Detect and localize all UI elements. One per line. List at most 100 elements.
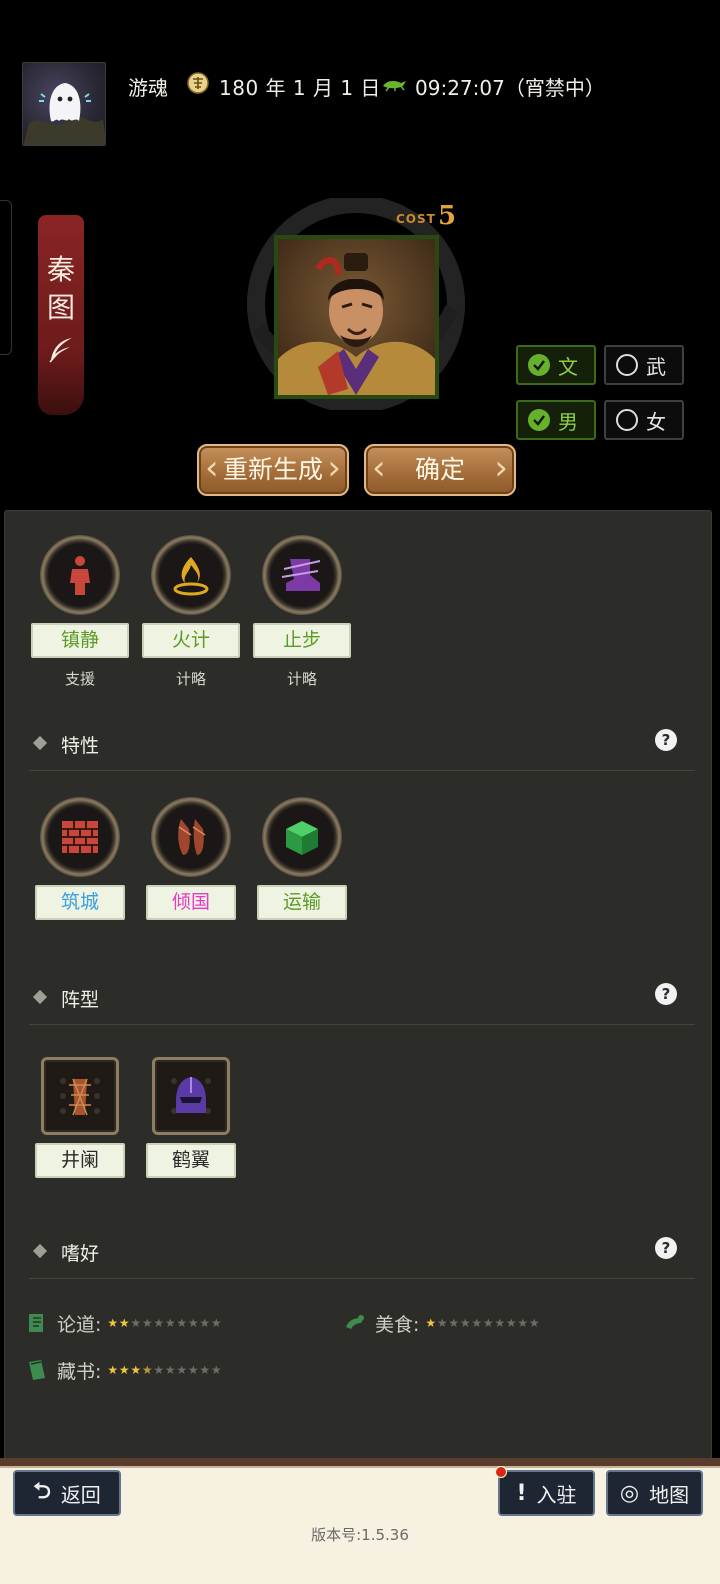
trait-name: 筑城: [35, 885, 125, 920]
star-icon: ★: [176, 1316, 188, 1330]
skill-orb: [262, 535, 342, 615]
help-icon[interactable]: ?: [655, 983, 677, 1005]
avatar[interactable]: [22, 62, 106, 146]
crate-icon: [286, 821, 318, 855]
confirm-button[interactable]: 确定: [364, 444, 516, 496]
skill-item[interactable]: 止步 计略: [252, 535, 352, 689]
star-icon: ★: [164, 1363, 176, 1377]
toggle-male-label: 男: [558, 409, 578, 434]
star-icon: ★: [187, 1363, 199, 1377]
star-icon: ★: [210, 1363, 222, 1377]
skill-type: 计略: [286, 670, 317, 688]
hobby-name: 论道:: [57, 1313, 102, 1336]
hobby-stars: ★ ★ ★ ★ ★ ★ ★ ★ ★ ★: [425, 1316, 540, 1330]
trait-item[interactable]: 筑城: [30, 797, 130, 920]
book-icon: [29, 1360, 45, 1380]
skill-item[interactable]: 火计 计略: [141, 535, 241, 689]
food-icon: [346, 1315, 364, 1329]
star-icon: ★: [471, 1316, 483, 1330]
toggle-civil-label: 文: [558, 354, 578, 379]
banner-label: 秦图: [46, 253, 75, 324]
toggle-military[interactable]: 武: [604, 345, 684, 385]
star-icon: ★: [176, 1363, 188, 1377]
top-header: 游魂 180 年 1 月 1 日 09:27:07（宵禁中）: [0, 0, 720, 170]
user-name: 游魂: [128, 76, 168, 100]
hobby-stars: ★ ★ ★ ★ ★ ★ ★ ★ ★ ★: [107, 1363, 222, 1377]
regenerate-button[interactable]: 重新生成: [197, 444, 349, 496]
star-icon: ★: [141, 1363, 153, 1377]
notification-dot: [495, 1466, 507, 1478]
star-icon: ★: [130, 1363, 142, 1377]
game-date: 180 年 1 月 1 日: [219, 76, 381, 100]
exclamation-icon: !: [516, 1480, 527, 1506]
ballet-shoes-icon: [178, 819, 206, 855]
ghost-icon: [23, 83, 105, 145]
globe-icon: ◎: [619, 1480, 640, 1506]
trait-orb: [151, 797, 231, 877]
skill-orb: [40, 535, 120, 615]
back-button[interactable]: ⮌ 返回: [13, 1470, 121, 1516]
bottom-bar: ⮌ 返回 ! 入驻 ◎ 地图 版本号:1.5.36: [0, 1458, 720, 1584]
formation-item[interactable]: 鹤翼: [141, 1057, 241, 1178]
helmet-icon: [171, 1077, 211, 1114]
siege-tower-icon: [60, 1078, 100, 1116]
toggle-military-label: 武: [646, 354, 666, 379]
trait-item[interactable]: 运输: [252, 797, 352, 920]
trait-item[interactable]: 倾国: [141, 797, 241, 920]
toggle-female[interactable]: 女: [604, 400, 684, 440]
star-icon: ★: [425, 1316, 437, 1330]
station-button-label: 入驻: [536, 1482, 577, 1507]
station-button[interactable]: ! 入驻: [498, 1470, 595, 1516]
toggle-civil[interactable]: 文: [516, 345, 596, 385]
game-time: 09:27:07（宵禁中）: [415, 76, 605, 100]
cost-label: COST: [396, 212, 436, 226]
formation-section-header: 阵型 ?: [29, 977, 695, 1025]
feather-quill-icon: [49, 338, 72, 363]
help-icon[interactable]: ?: [655, 1237, 677, 1259]
formation-section-title: 阵型: [61, 989, 100, 1011]
check-icon: [528, 409, 550, 431]
cricket-icon: [383, 81, 406, 92]
formation-frame: [152, 1057, 230, 1135]
qin-map-banner[interactable]: 秦图: [38, 215, 84, 415]
star-icon: ★: [459, 1316, 471, 1330]
diamond-bullet-icon: [32, 735, 48, 751]
back-arrow-icon: ⮌: [33, 1479, 51, 1504]
skill-item[interactable]: 镇静 支援: [30, 535, 130, 689]
hobby-row: 论道: ★ ★ ★ ★ ★ ★ ★ ★ ★ ★: [25, 1308, 222, 1338]
calendar-seal-icon: [187, 72, 209, 94]
skill-name: 止步: [253, 623, 351, 658]
trait-name: 倾国: [146, 885, 236, 920]
bottom-bar-border: [0, 1458, 720, 1468]
star-icon: ★: [482, 1316, 494, 1330]
toggle-male[interactable]: 男: [516, 400, 596, 440]
star-icon: ★: [517, 1316, 529, 1330]
formation-name: 井阑: [35, 1143, 125, 1178]
formation-name: 鹤翼: [146, 1143, 236, 1178]
star-icon: ★: [494, 1316, 506, 1330]
skill-name: 火计: [142, 623, 240, 658]
star-icon: ★: [448, 1316, 460, 1330]
formation-item[interactable]: 井阑: [30, 1057, 130, 1178]
help-icon[interactable]: ?: [655, 729, 677, 751]
star-icon: ★: [107, 1316, 119, 1330]
trait-orb: [40, 797, 120, 877]
hobby-section-title: 嗜好: [61, 1243, 100, 1265]
back-button-label: 返回: [60, 1482, 101, 1507]
hobby-row: 藏书: ★ ★ ★ ★ ★ ★ ★ ★ ★ ★: [25, 1355, 222, 1385]
trait-orb: [262, 797, 342, 877]
radio-empty-icon: [616, 409, 638, 431]
hobby-section-header: 嗜好 ?: [29, 1231, 695, 1279]
hobby-name: 藏书:: [57, 1360, 102, 1383]
star-icon: ★: [199, 1363, 211, 1377]
traits-section-header: 特性 ?: [29, 723, 695, 771]
map-button[interactable]: ◎ 地图: [606, 1470, 703, 1516]
skill-orb: [151, 535, 231, 615]
hobby-name: 美食:: [375, 1313, 420, 1336]
figure-icon: [70, 556, 90, 595]
skill-name: 镇静: [31, 623, 129, 658]
general-detail-panel: 镇静 支援 火计 计略 止步 计略 特性 ? 筑城 倾国 运输 阵型 ? 井阑 …: [4, 510, 712, 1468]
side-drawer-handle[interactable]: [0, 200, 12, 355]
hobby-stars: ★ ★ ★ ★ ★ ★ ★ ★ ★ ★: [107, 1316, 222, 1330]
diamond-bullet-icon: [32, 1243, 48, 1259]
